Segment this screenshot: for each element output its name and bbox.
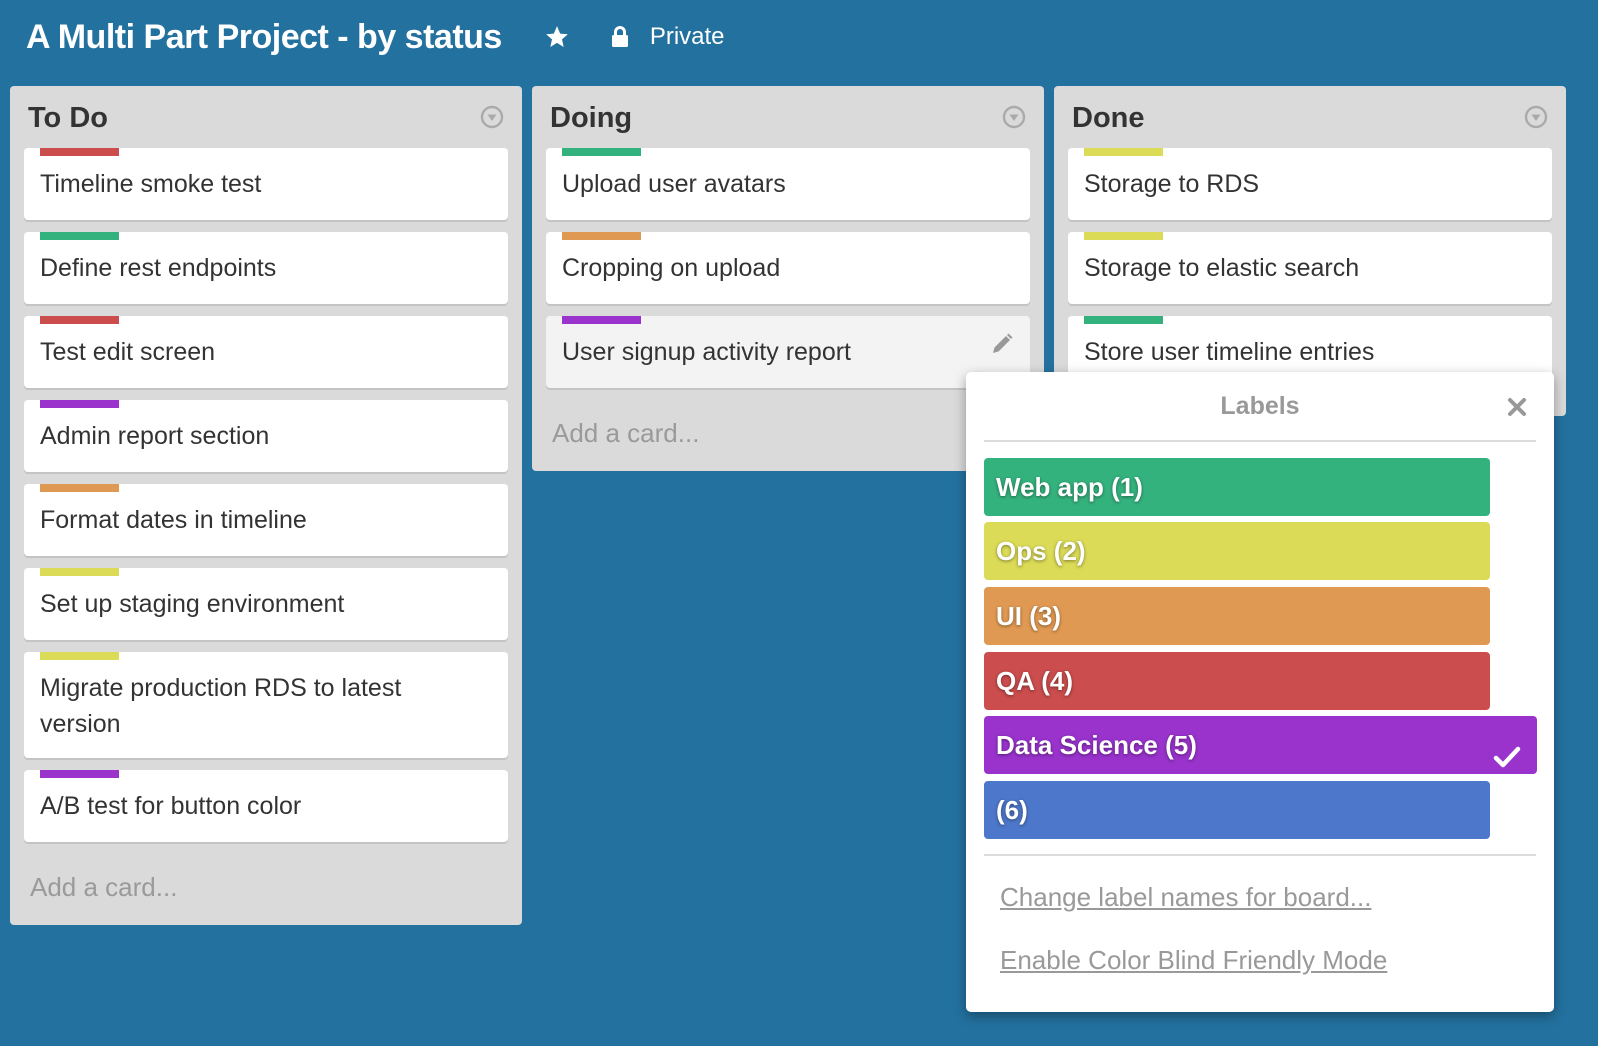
card-title: Store user timeline entries xyxy=(1084,338,1375,366)
card-label-yellow xyxy=(40,652,119,660)
card[interactable]: Format dates in timeline xyxy=(24,484,508,556)
card[interactable]: A/B test for button color xyxy=(24,770,508,842)
add-card-button[interactable]: Add a card... xyxy=(10,854,522,925)
close-icon[interactable] xyxy=(1506,396,1528,418)
card-title: Upload user avatars xyxy=(562,170,786,198)
change-label-names-link[interactable]: Change label names for board... xyxy=(1000,882,1371,913)
list-header: Doing xyxy=(532,86,1044,148)
visibility-button[interactable]: Private xyxy=(610,23,725,51)
card-title: Define rest endpoints xyxy=(40,254,277,282)
label-option-text: Ops (2) xyxy=(996,536,1086,566)
card-label-yellow xyxy=(1084,148,1163,156)
card-title: Format dates in timeline xyxy=(40,506,307,534)
card-label-purple xyxy=(40,400,119,408)
label-option-text: QA (4) xyxy=(996,666,1074,696)
card-label-red xyxy=(40,148,119,156)
card-label-purple xyxy=(562,316,641,324)
card-title: Admin report section xyxy=(40,422,270,450)
card[interactable]: Admin report section xyxy=(24,400,508,472)
card[interactable]: Upload user avatars xyxy=(546,148,1030,220)
chevron-circle-down-icon[interactable] xyxy=(480,105,504,129)
card-title: Storage to elastic search xyxy=(1084,254,1360,282)
card[interactable]: Migrate production RDS to latest version xyxy=(24,652,508,758)
list-to-do: To Do Timeline smoke test Define rest en… xyxy=(10,86,522,925)
popover-title: Labels xyxy=(1220,392,1300,420)
card[interactable]: Test edit screen xyxy=(24,316,508,388)
label-option-blue[interactable]: (6) xyxy=(984,781,1490,839)
card-title: Storage to RDS xyxy=(1084,170,1260,198)
list-header: To Do xyxy=(10,86,522,148)
card-title: Migrate production RDS to latest version xyxy=(40,674,402,738)
popover-divider xyxy=(984,854,1536,856)
list-header: Done xyxy=(1054,86,1566,148)
star-icon[interactable] xyxy=(544,24,570,50)
label-option-qa[interactable]: QA (4) xyxy=(984,652,1490,710)
labels-popover: Labels Web app (1) Ops (2) UI (3) QA (4)… xyxy=(966,372,1554,1012)
check-icon xyxy=(1493,732,1521,768)
list-title[interactable]: To Do xyxy=(28,102,108,135)
label-option-data-science[interactable]: Data Science (5) xyxy=(984,716,1537,774)
card[interactable]: Storage to elastic search xyxy=(1068,232,1552,304)
card-label-yellow xyxy=(40,568,119,576)
card-label-orange xyxy=(562,232,641,240)
card-title: Set up staging environment xyxy=(40,590,345,618)
card-list: Storage to RDS Storage to elastic search… xyxy=(1054,148,1566,388)
lock-icon xyxy=(610,25,630,49)
card-title: Cropping on upload xyxy=(562,254,781,282)
card[interactable]: Storage to RDS xyxy=(1068,148,1552,220)
card-list: Upload user avatars Cropping on upload U… xyxy=(532,148,1044,388)
card-label-purple xyxy=(40,770,119,778)
popover-divider xyxy=(984,440,1536,442)
color-blind-mode-link[interactable]: Enable Color Blind Friendly Mode xyxy=(1000,945,1387,976)
label-option-ui[interactable]: UI (3) xyxy=(984,587,1490,645)
card-title: A/B test for button color xyxy=(40,792,302,820)
card-label-red xyxy=(40,316,119,324)
chevron-circle-down-icon[interactable] xyxy=(1002,105,1026,129)
card-label-orange xyxy=(40,484,119,492)
card[interactable]: Cropping on upload xyxy=(546,232,1030,304)
board-header: A Multi Part Project - by status Private xyxy=(26,12,725,62)
card[interactable]: Define rest endpoints xyxy=(24,232,508,304)
card-list: Timeline smoke test Define rest endpoint… xyxy=(10,148,522,842)
visibility-label: Private xyxy=(649,23,725,50)
label-option-web-app[interactable]: Web app (1) xyxy=(984,458,1490,516)
list-title[interactable]: Doing xyxy=(550,102,632,135)
label-option-text: (6) xyxy=(996,795,1028,825)
label-option-ops[interactable]: Ops (2) xyxy=(984,522,1490,580)
list-done: Done Storage to RDS Storage to elastic s… xyxy=(1054,86,1566,416)
card-title: User signup activity report xyxy=(562,338,852,366)
card[interactable]: Timeline smoke test xyxy=(24,148,508,220)
list-title[interactable]: Done xyxy=(1072,102,1145,135)
chevron-circle-down-icon[interactable] xyxy=(1524,105,1548,129)
card[interactable]: Set up staging environment xyxy=(24,568,508,640)
card-title: Test edit screen xyxy=(40,338,216,366)
label-option-text: UI (3) xyxy=(996,601,1061,631)
card-label-green xyxy=(1084,316,1163,324)
label-option-text: Web app (1) xyxy=(996,472,1143,502)
label-option-text: Data Science (5) xyxy=(996,730,1197,760)
card-label-green xyxy=(562,148,641,156)
card-title: Timeline smoke test xyxy=(40,170,262,198)
board-title[interactable]: A Multi Part Project - by status xyxy=(26,18,502,57)
card-label-yellow xyxy=(1084,232,1163,240)
pencil-icon[interactable] xyxy=(990,330,1014,354)
card[interactable]: User signup activity report xyxy=(546,316,1030,388)
card-label-green xyxy=(40,232,119,240)
